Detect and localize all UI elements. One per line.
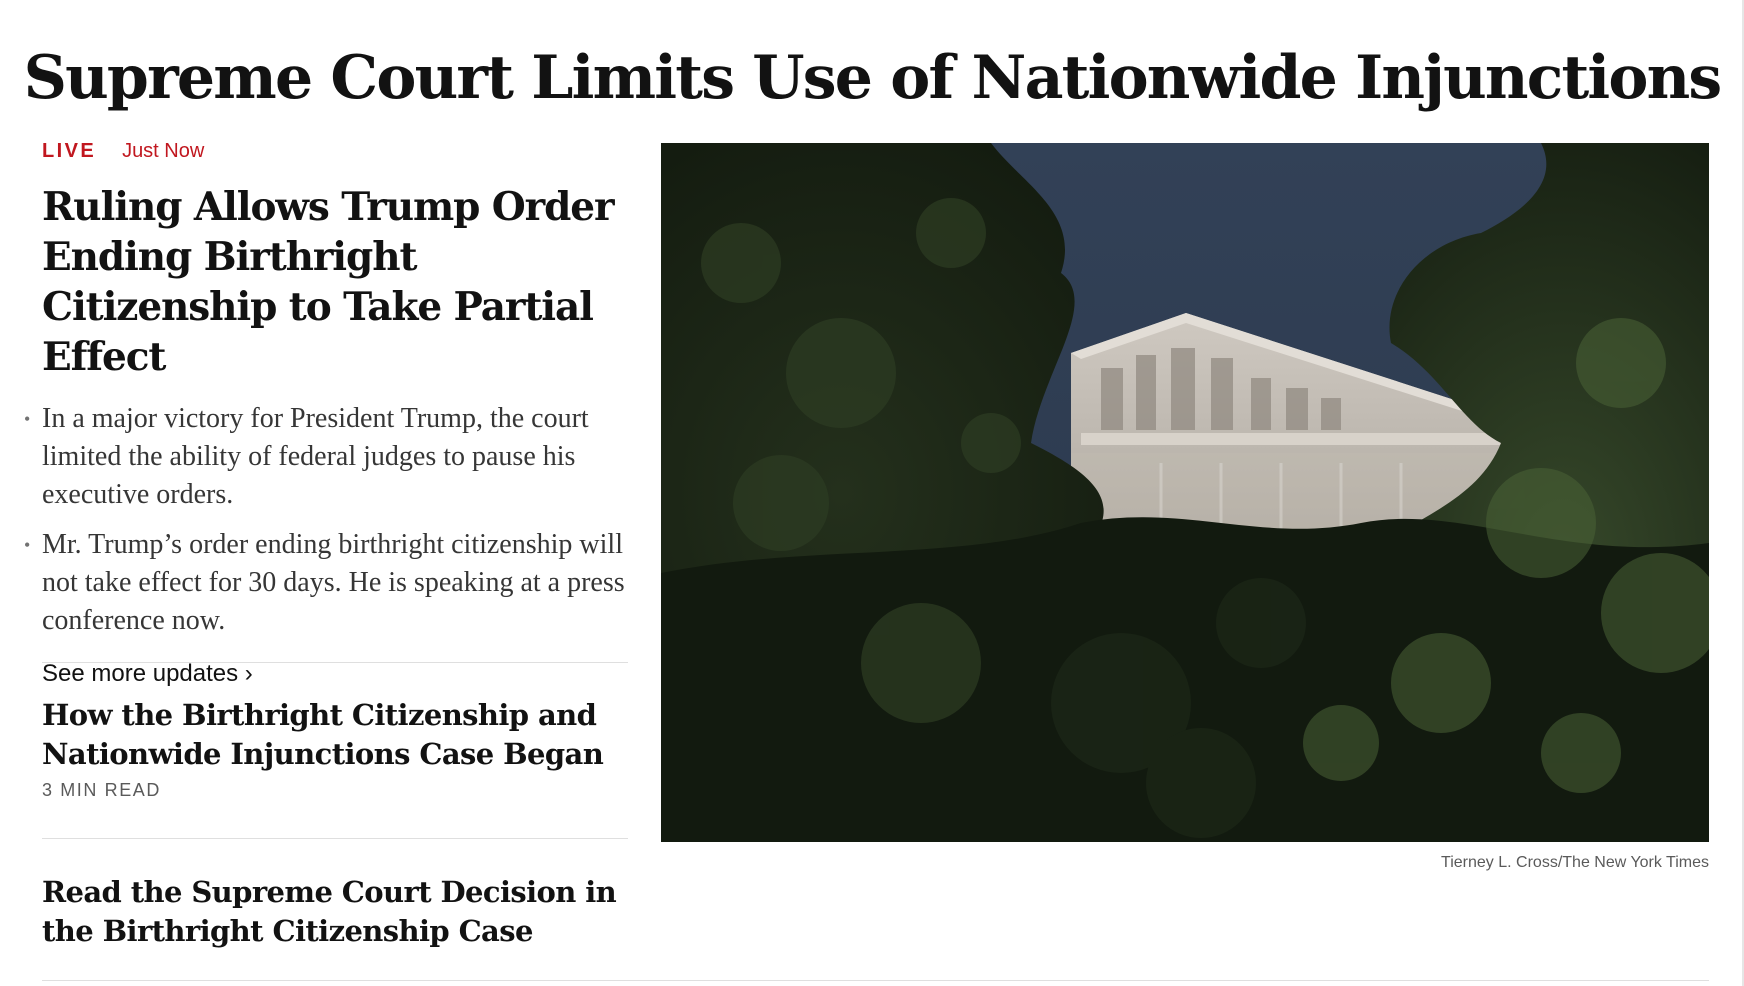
photo-credit: Tierney L. Cross/The New York Times (1441, 854, 1709, 871)
divider (42, 980, 1709, 981)
related-story[interactable]: Read the Supreme Court Decision in the B… (42, 873, 628, 951)
bullet-dot-icon: • (24, 535, 31, 555)
lead-photo[interactable] (661, 143, 1709, 842)
summary-bullets: • In a major victory for President Trump… (24, 400, 628, 640)
story-headline[interactable]: Read the Supreme Court Decision in the B… (42, 873, 628, 951)
related-story[interactable]: How the Birthright Citizenship and Natio… (42, 696, 628, 801)
divider (42, 838, 628, 839)
divider (42, 662, 628, 663)
see-more-updates-link[interactable]: See more updates › (42, 660, 253, 688)
bullet-text: In a major victory for President Trump, … (42, 403, 589, 510)
timestamp: Just Now (122, 140, 205, 162)
live-kicker: LIVE Just Now (42, 140, 628, 172)
live-label: LIVE (42, 140, 97, 162)
bullet-text: Mr. Trump’s order ending birthright citi… (42, 529, 625, 636)
bullet-dot-icon: • (24, 409, 31, 429)
story-headline[interactable]: How the Birthright Citizenship and Natio… (42, 696, 628, 774)
summary-bullet: • Mr. Trump’s order ending birthright ci… (24, 526, 628, 640)
homepage: Supreme Court Limits Use of Nationwide I… (0, 0, 1744, 986)
lead-story: LIVE Just Now Ruling Allows Trump Order … (24, 140, 628, 688)
banner-headline[interactable]: Supreme Court Limits Use of Nationwide I… (0, 36, 1744, 120)
lead-headline[interactable]: Ruling Allows Trump Order Ending Birthri… (42, 182, 628, 382)
read-time: 3 MIN READ (42, 780, 162, 800)
summary-bullet: • In a major victory for President Trump… (24, 400, 628, 514)
supreme-court-photo (661, 143, 1709, 842)
